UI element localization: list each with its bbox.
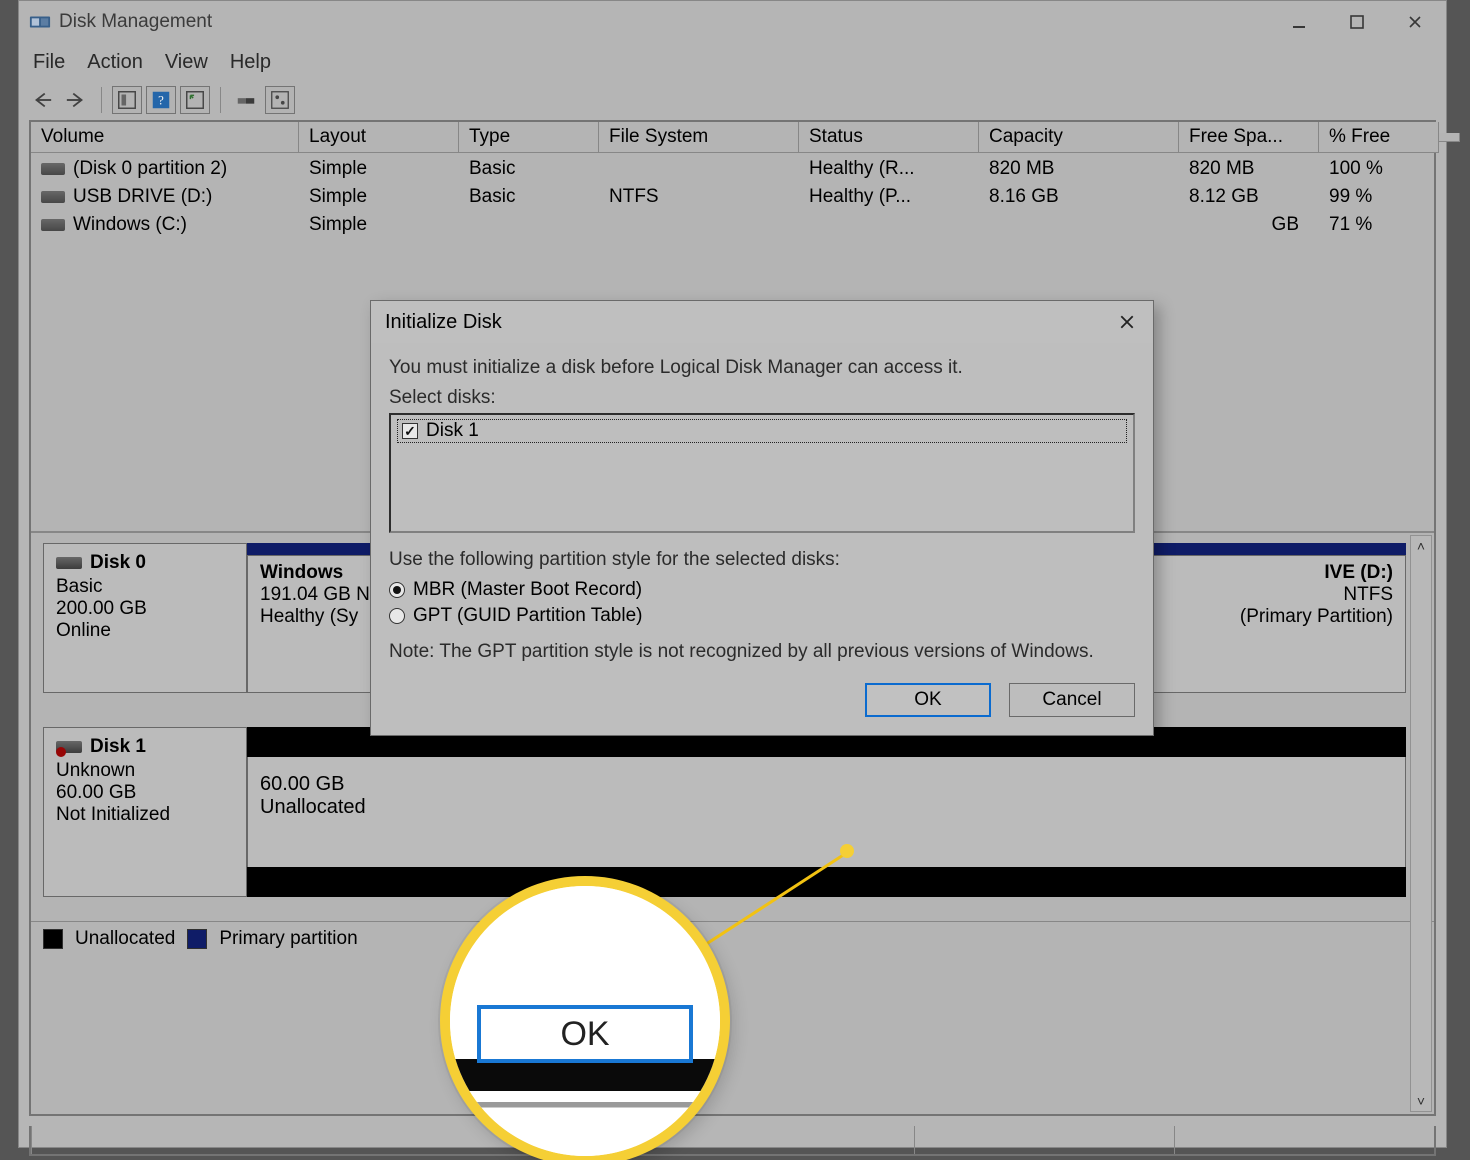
radio-icon[interactable] <box>389 608 405 624</box>
help-button[interactable]: ? <box>146 86 176 114</box>
table-row[interactable]: USB DRIVE (D:) Simple Basic NTFS Healthy… <box>31 183 1434 211</box>
magnified-ok-button: OK <box>477 1005 693 1063</box>
menu-action[interactable]: Action <box>87 51 143 74</box>
menu-help[interactable]: Help <box>230 51 271 74</box>
disk-info[interactable]: Disk 1 Unknown 60.00 GB Not Initialized <box>43 727 247 897</box>
table-row[interactable]: (Disk 0 partition 2) Simple Basic Health… <box>31 155 1434 183</box>
dialog-note: Note: The GPT partition style is not rec… <box>389 641 1095 663</box>
window-minimize-button[interactable] <box>1270 1 1328 43</box>
menu-view[interactable]: View <box>165 51 208 74</box>
nav-back-button[interactable] <box>27 86 57 114</box>
statusbar <box>29 1126 1436 1156</box>
disk-listbox[interactable]: Disk 1 <box>389 413 1135 533</box>
toolbar-separator <box>220 87 221 113</box>
magnifier-callout: OK <box>440 876 730 1160</box>
checkbox-checked-icon[interactable] <box>402 423 418 439</box>
legend-swatch-unallocated <box>43 929 63 949</box>
app-icon <box>29 11 51 33</box>
list-item[interactable]: Disk 1 <box>397 419 1127 443</box>
col-status[interactable]: Status <box>799 122 979 153</box>
titlebar: Disk Management <box>19 1 1446 43</box>
partition-unallocated[interactable]: 60.00 GB Unallocated <box>247 757 1406 867</box>
dialog-lead: You must initialize a disk before Logica… <box>389 357 1135 379</box>
table-row[interactable]: Windows (C:) Simple GB 71 % <box>31 211 1434 239</box>
volume-icon <box>41 219 65 231</box>
connect-button[interactable] <box>231 86 261 114</box>
properties-button[interactable] <box>112 86 142 114</box>
vertical-scrollbar[interactable]: ˄ ˅ <box>1410 535 1432 1112</box>
scroll-down-icon[interactable]: ˅ <box>1417 1091 1425 1111</box>
toolbar-separator <box>101 87 102 113</box>
col-pct[interactable]: % Free <box>1319 122 1439 153</box>
dialog-close-button[interactable] <box>1109 304 1145 340</box>
hdd-error-icon <box>56 741 82 753</box>
dialog-title: Initialize Disk <box>385 311 502 334</box>
disk-block: Disk 1 Unknown 60.00 GB Not Initialized … <box>43 727 1406 897</box>
ok-button[interactable]: OK <box>865 683 991 717</box>
col-type[interactable]: Type <box>459 122 599 153</box>
col-capacity[interactable]: Capacity <box>979 122 1179 153</box>
svg-text:?: ? <box>158 94 164 108</box>
col-free[interactable]: Free Spa... <box>1179 122 1319 153</box>
volume-icon <box>41 163 65 175</box>
settings-button[interactable] <box>265 86 295 114</box>
radio-selected-icon[interactable] <box>389 582 405 598</box>
window-title: Disk Management <box>59 11 212 33</box>
select-disks-label: Select disks: <box>389 387 1135 409</box>
toolbar: ? <box>19 84 1446 120</box>
menubar: File Action View Help <box>19 43 1446 84</box>
partition-style-label: Use the following partition style for th… <box>389 549 1135 571</box>
window-maximize-button[interactable] <box>1328 1 1386 43</box>
col-fs[interactable]: File System <box>599 122 799 153</box>
scroll-up-icon[interactable]: ˄ <box>1417 536 1425 556</box>
unallocated-bar <box>247 867 1406 897</box>
disk-info[interactable]: Disk 0 Basic 200.00 GB Online <box>43 543 247 693</box>
initialize-disk-dialog: Initialize Disk You must initialize a di… <box>370 300 1154 736</box>
col-layout[interactable]: Layout <box>299 122 459 153</box>
legend-swatch-primary <box>187 929 207 949</box>
window-close-button[interactable] <box>1386 1 1444 43</box>
hdd-icon <box>56 557 82 569</box>
cancel-button[interactable]: Cancel <box>1009 683 1135 717</box>
volume-icon <box>41 191 65 203</box>
radio-mbr[interactable]: MBR (Master Boot Record) <box>389 579 1135 601</box>
col-volume[interactable]: Volume <box>31 122 299 153</box>
menu-file[interactable]: File <box>33 51 65 74</box>
callout-anchor-icon <box>840 844 854 858</box>
radio-gpt[interactable]: GPT (GUID Partition Table) <box>389 605 1135 627</box>
nav-forward-button[interactable] <box>61 86 91 114</box>
refresh-button[interactable] <box>180 86 210 114</box>
